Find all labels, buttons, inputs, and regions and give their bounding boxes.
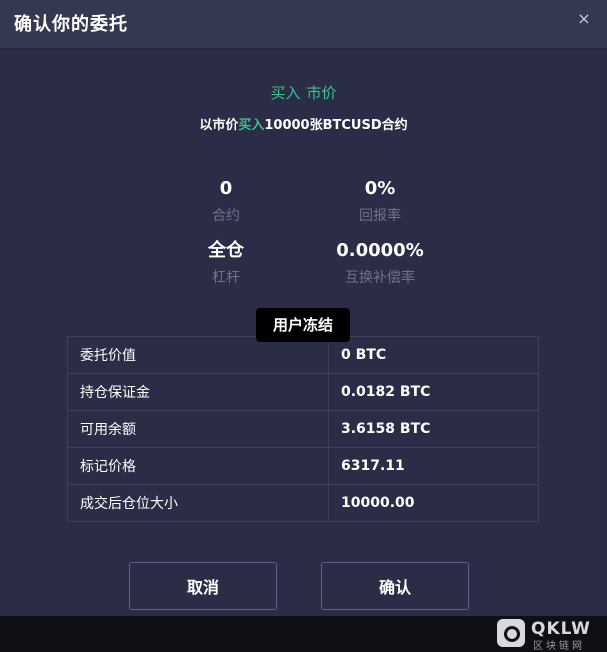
stat-value: 全仓 xyxy=(156,240,296,262)
order-desc-side: 买入 xyxy=(238,118,264,133)
user-frozen-tooltip: 用户冻结 xyxy=(256,308,350,342)
stat-label: 互换补偿率 xyxy=(310,269,450,287)
watermark-subtitle: 区块链网 xyxy=(533,637,585,652)
stat-leverage: 全仓 杠杆 xyxy=(156,240,296,287)
qklw-logo-icon xyxy=(497,619,525,647)
detail-key: 委托价值 xyxy=(68,337,329,374)
detail-value: 0.0182 BTC xyxy=(329,374,539,411)
stat-value: 0.0000% xyxy=(310,240,450,262)
stat-contracts: 0 合约 xyxy=(156,178,296,225)
cancel-button[interactable]: 取消 xyxy=(129,562,277,610)
detail-key: 可用余额 xyxy=(68,411,329,448)
order-price-type: 市价 xyxy=(307,84,337,102)
stat-label: 杠杆 xyxy=(156,269,296,287)
order-desc-suffix: 10000张BTCUSD合约 xyxy=(264,118,407,133)
stat-value: 0% xyxy=(310,178,450,200)
order-type: 买入市价 xyxy=(0,82,607,103)
confirm-button[interactable]: 确认 xyxy=(321,562,469,610)
watermark-name: QKLW xyxy=(531,619,591,639)
stat-swap-rate: 0.0000% 互换补偿率 xyxy=(310,240,450,287)
detail-key: 持仓保证金 xyxy=(68,374,329,411)
order-details-table: 委托价值 0 BTC 持仓保证金 0.0182 BTC 可用余额 3.6158 … xyxy=(67,336,539,522)
detail-value: 3.6158 BTC xyxy=(329,411,539,448)
table-row: 委托价值 0 BTC xyxy=(68,337,539,374)
confirm-order-dialog: 确认你的委托 × 买入市价 以市价买入10000张BTCUSD合约 0 合约 0… xyxy=(0,0,607,616)
order-description: 以市价买入10000张BTCUSD合约 xyxy=(0,114,607,133)
table-row: 持仓保证金 0.0182 BTC xyxy=(68,374,539,411)
dialog-title-bar: 确认你的委托 × xyxy=(0,0,607,49)
close-icon[interactable]: × xyxy=(573,8,595,30)
stat-label: 合约 xyxy=(156,207,296,225)
detail-value: 0 BTC xyxy=(329,337,539,374)
order-desc-prefix: 以市价 xyxy=(199,118,238,133)
table-row: 可用余额 3.6158 BTC xyxy=(68,411,539,448)
watermark-logo: QKLW 区块链网 xyxy=(497,617,601,649)
stat-label: 回报率 xyxy=(310,207,450,225)
detail-key: 成交后仓位大小 xyxy=(68,485,329,522)
stat-value: 0 xyxy=(156,178,296,200)
detail-value: 6317.11 xyxy=(329,448,539,485)
detail-value: 10000.00 xyxy=(329,485,539,522)
table-row: 标记价格 6317.11 xyxy=(68,448,539,485)
stat-return-rate: 0% 回报率 xyxy=(310,178,450,225)
detail-key: 标记价格 xyxy=(68,448,329,485)
order-side: 买入 xyxy=(270,84,300,102)
dialog-title: 确认你的委托 xyxy=(14,10,128,36)
table-row: 成交后仓位大小 10000.00 xyxy=(68,485,539,522)
